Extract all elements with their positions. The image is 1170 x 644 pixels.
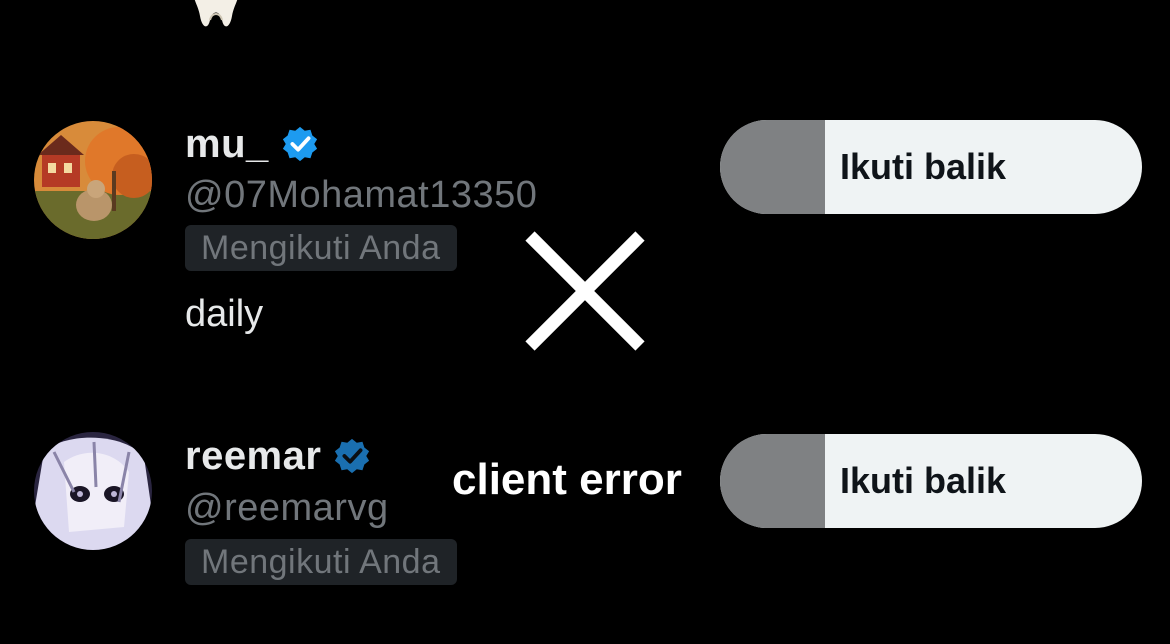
follow-back-button[interactable]: Ikuti balik xyxy=(720,120,1142,214)
follow-back-label: Ikuti balik xyxy=(840,146,1007,187)
follow-back-button[interactable]: Ikuti balik xyxy=(720,434,1142,528)
display-name[interactable]: reemar xyxy=(185,434,321,479)
follows-you-badge: Mengikuti Anda xyxy=(185,539,457,585)
client-error-caption: client error xyxy=(452,455,682,504)
user-handle: @07Mohamat13350 xyxy=(185,174,538,216)
name-line: mu_ xyxy=(185,120,319,168)
follows-you-badge: Mengikuti Anda xyxy=(185,225,457,271)
display-name[interactable]: mu_ xyxy=(185,122,269,167)
verified-badge-icon xyxy=(335,438,370,474)
button-overlay xyxy=(720,434,825,528)
button-overlay xyxy=(720,120,825,214)
user-handle: @reemarvg xyxy=(185,487,389,529)
avatar[interactable] xyxy=(34,432,152,550)
tooth-emoji-icon xyxy=(194,0,238,27)
x-mark-icon xyxy=(525,231,645,351)
follow-back-label: Ikuti balik xyxy=(840,460,1007,501)
name-line: reemar xyxy=(185,432,371,480)
avatar[interactable] xyxy=(34,121,152,239)
verified-badge-icon xyxy=(282,126,317,162)
user-bio: daily xyxy=(185,293,264,335)
